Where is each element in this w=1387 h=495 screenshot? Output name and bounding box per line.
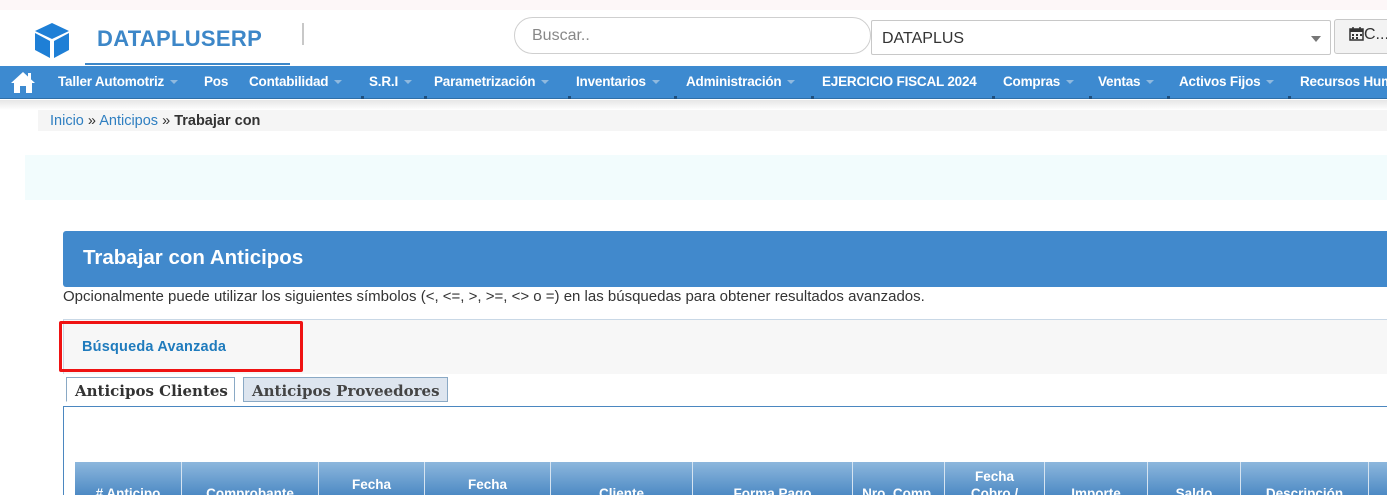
nav-separator [568, 96, 571, 99]
caret-down-icon [334, 80, 343, 84]
breadcrumb-separator: » [162, 113, 171, 129]
nav-item-label: Administración [686, 74, 782, 89]
table-header: # Anticipo Comprobante Fecha Fecha Clien… [75, 462, 1387, 495]
tab-anticipos-clientes[interactable]: Anticipos Clientes [66, 377, 235, 402]
calendar-button[interactable]: C... [1334, 19, 1387, 54]
nav-item-activos-fijos[interactable]: Activos Fijos [1179, 74, 1275, 89]
home-icon[interactable] [10, 70, 36, 94]
nav-separator [424, 96, 427, 99]
breadcrumb-home-link[interactable]: Inicio [50, 113, 84, 129]
breadcrumb: Inicio » Anticipos » Trabajar con [38, 110, 1387, 131]
nav-shadow [0, 100, 1387, 110]
nav-item-taller-automotriz[interactable]: Taller Automotriz [58, 74, 179, 89]
column-header-fecha-cobro[interactable]: Fecha Cobro / [945, 462, 1045, 495]
breadcrumb-current: Trabajar con [174, 113, 261, 129]
calendar-icon [1349, 27, 1364, 41]
nav-item-label: Contabilidad [249, 74, 329, 89]
main-nav: Taller Automotriz Pos Contabilidad S.R.I… [0, 66, 1387, 99]
brand-name[interactable]: DATAPLUSERP [97, 26, 262, 52]
nav-separator [674, 96, 677, 99]
nav-item-label: Inventarios [576, 74, 646, 89]
caret-down-icon [541, 80, 550, 84]
message-band [25, 155, 1387, 200]
page-title: Trabajar con Anticipos [63, 231, 1387, 287]
header-divider [302, 23, 304, 45]
caret-down-icon [787, 80, 796, 84]
nav-item-label: Recursos Hum [1300, 74, 1387, 89]
caret-down-icon [1266, 80, 1275, 84]
top-strip [0, 0, 1387, 10]
nav-item-label: EJERCICIO FISCAL 2024 [822, 74, 977, 89]
nav-item-label: Parametrización [434, 74, 536, 89]
nav-item-inventarios[interactable]: Inventarios [576, 74, 660, 89]
nav-separator [361, 96, 364, 99]
column-header-anticipo[interactable]: # Anticipo [75, 462, 182, 495]
nav-separator [1288, 96, 1291, 99]
column-header-descripcion[interactable]: Descripción [1241, 462, 1369, 495]
nav-item-parametrizacion[interactable]: Parametrización [434, 74, 550, 89]
caret-down-icon [404, 80, 413, 84]
caret-down-icon [1066, 80, 1075, 84]
nav-item-pos[interactable]: Pos [204, 74, 228, 89]
nav-item-label: Activos Fijos [1179, 74, 1261, 89]
nav-separator [811, 96, 814, 99]
column-header-comprobante[interactable]: Comprobante [182, 462, 319, 495]
nav-item-recursos-humanos[interactable]: Recursos Hum [1300, 74, 1387, 89]
company-select[interactable]: DATAPLUS [871, 20, 1331, 55]
brand-underline [85, 63, 290, 65]
tab-anticipos-proveedores[interactable]: Anticipos Proveedores [243, 377, 448, 402]
nav-separator [1089, 96, 1092, 99]
nav-item-label: Taller Automotriz [58, 74, 165, 89]
column-header-nro-comp[interactable]: Nro. Comp. [853, 462, 945, 495]
nav-separator [1167, 96, 1170, 99]
column-header-fecha-2[interactable]: Fecha [425, 462, 551, 495]
company-select-value: DATAPLUS [882, 30, 965, 47]
column-header-forma-pago[interactable]: Forma Pago [693, 462, 853, 495]
nav-item-label: Ventas [1098, 74, 1141, 89]
nav-item-sri[interactable]: S.R.I [369, 74, 413, 89]
caret-down-icon [651, 80, 660, 84]
calendar-button-label: C... [1364, 26, 1387, 43]
highlight-box [59, 321, 303, 372]
app-header: DATAPLUSERP DATAPLUS C... [0, 10, 1387, 66]
column-header-cliente[interactable]: Cliente [551, 462, 693, 495]
column-header-importe[interactable]: Importe [1045, 462, 1148, 495]
breadcrumb-separator: » [87, 113, 96, 129]
cube-logo-icon[interactable] [32, 20, 72, 60]
column-header-saldo[interactable]: Saldo [1148, 462, 1241, 495]
caret-down-icon [170, 80, 179, 84]
search-input[interactable] [514, 17, 871, 54]
nav-item-administracion[interactable]: Administración [686, 74, 796, 89]
nav-separator [992, 96, 995, 99]
nav-item-ventas[interactable]: Ventas [1098, 74, 1155, 89]
column-header-extra[interactable] [1369, 462, 1387, 495]
search-hint-text: Opcionalmente puede utilizar los siguien… [63, 288, 925, 305]
caret-down-icon [1146, 80, 1155, 84]
nav-item-contabilidad[interactable]: Contabilidad [249, 74, 343, 89]
nav-item-ejercicio-fiscal[interactable]: EJERCICIO FISCAL 2024 [822, 74, 977, 89]
nav-item-label: Pos [204, 74, 229, 89]
nav-item-label: Compras [1003, 74, 1061, 89]
nav-item-compras[interactable]: Compras [1003, 74, 1075, 89]
column-header-fecha[interactable]: Fecha [319, 462, 425, 495]
nav-item-label: S.R.I [369, 74, 399, 89]
breadcrumb-anticipos-link[interactable]: Anticipos [99, 113, 158, 129]
chevron-down-icon [1311, 36, 1321, 42]
